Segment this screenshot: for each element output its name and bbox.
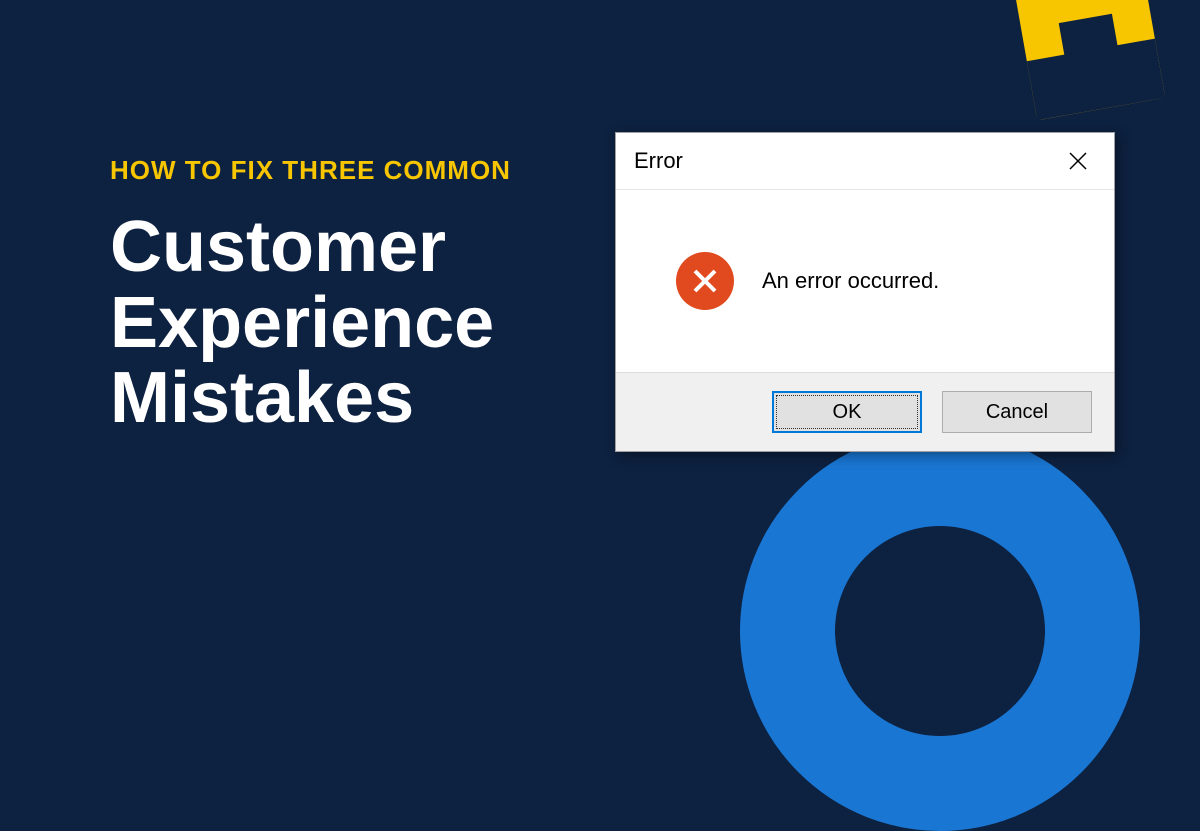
error-dialog: Error An error occurred. OK Cancel [615,132,1115,452]
ok-button[interactable]: OK [772,391,922,433]
dialog-body: An error occurred. [616,190,1114,372]
headline-line-3: Mistakes [110,361,511,437]
error-icon [676,252,734,310]
kicker-text: HOW TO FIX THREE COMMON [110,155,511,186]
headline-text: Customer Experience Mistakes [110,210,511,437]
headline-block: HOW TO FIX THREE COMMON Customer Experie… [110,155,511,437]
close-button[interactable] [1058,145,1098,177]
decorative-yellow-shape [1015,0,1166,120]
headline-line-1: Customer [110,210,511,286]
close-icon [1068,151,1088,171]
dialog-message: An error occurred. [762,268,939,294]
decorative-blue-ring [740,431,1140,831]
headline-line-2: Experience [110,286,511,362]
dialog-footer: OK Cancel [616,372,1114,451]
dialog-title: Error [634,148,683,174]
cancel-button[interactable]: Cancel [942,391,1092,433]
dialog-titlebar: Error [616,133,1114,190]
